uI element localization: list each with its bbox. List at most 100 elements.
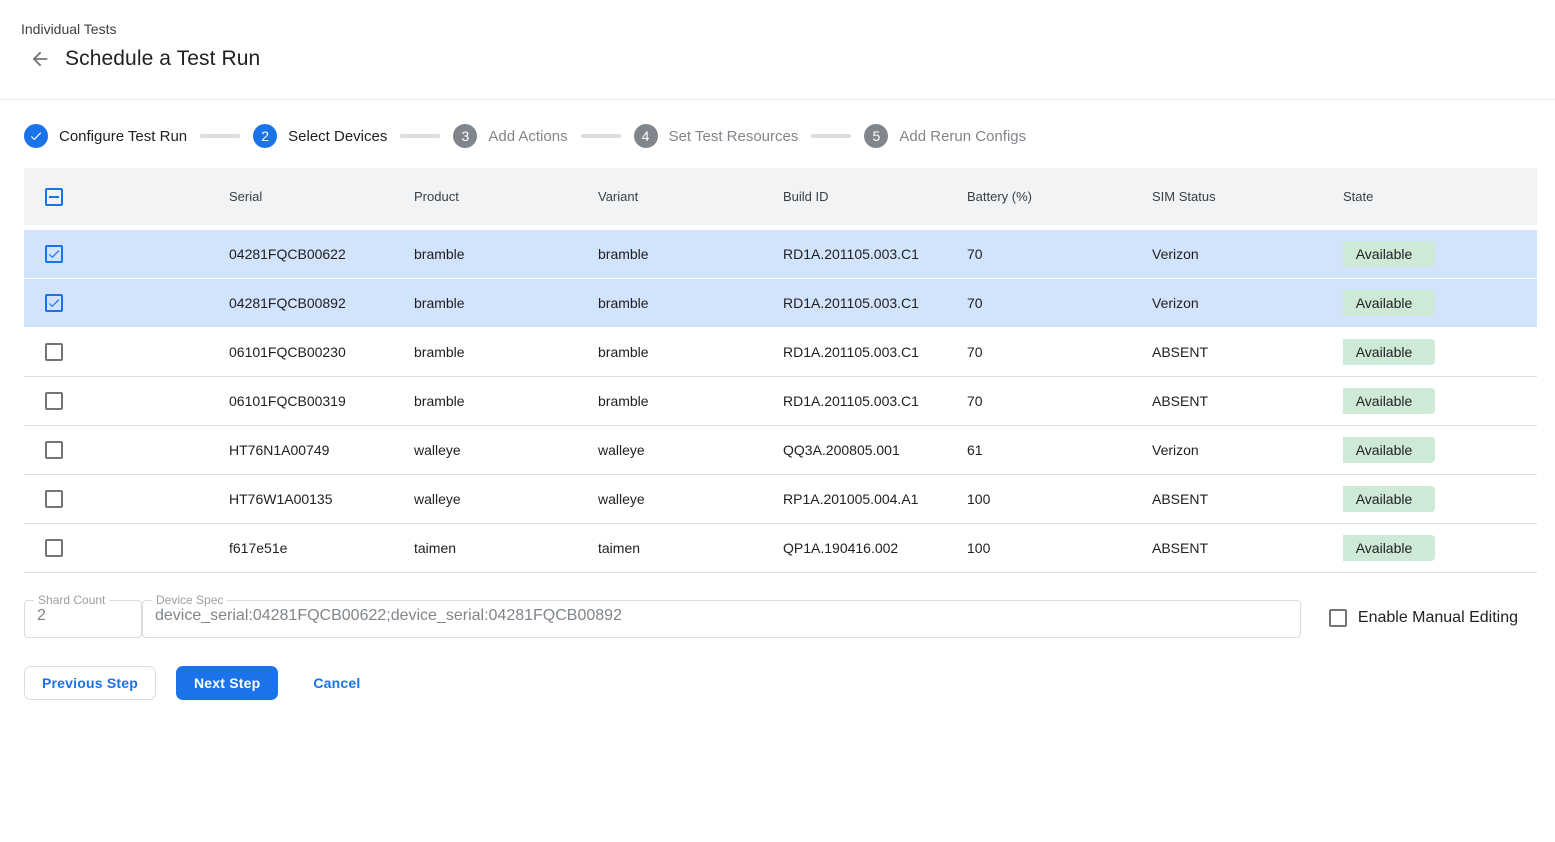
cell-battery: 61 [967,442,1152,458]
state-badge: Available [1343,290,1435,316]
stepper-step-add-rerun-configs[interactable]: 5Add Rerun Configs [864,124,1026,148]
column-header-state: State [1343,189,1537,204]
cell-sim-status: ABSENT [1152,344,1343,360]
next-step-button[interactable]: Next Step [176,666,278,700]
cell-variant: bramble [598,344,783,360]
cell-product: bramble [414,246,598,262]
back-button[interactable] [28,47,52,71]
device-spec-label: Device Spec [152,595,227,605]
cell-serial: HT76N1A00749 [229,442,414,458]
cell-serial: 04281FQCB00622 [229,246,414,262]
row-checkbox[interactable] [45,490,63,508]
device-spec-field[interactable]: Device Spec [142,595,1301,638]
table-row[interactable]: HT76W1A00135 walleye walleye RP1A.201005… [24,475,1537,524]
step-label: Select Devices [288,128,387,145]
stepper-step-select-devices[interactable]: 2 Select Devices [253,124,387,148]
arrow-back-icon [29,48,51,70]
shard-count-input[interactable] [25,605,141,635]
footer-form: Shard Count Device Spec Enable Manual Ed… [24,595,1518,638]
table-row[interactable]: 04281FQCB00892 bramble bramble RD1A.2011… [24,279,1537,328]
step-connector [400,134,440,138]
cell-sim-status: Verizon [1152,295,1343,311]
column-header-build-id: Build ID [783,189,967,204]
stepper-step-add-actions[interactable]: 3 Add Actions [453,124,567,148]
cell-product: bramble [414,344,598,360]
table-row[interactable]: 04281FQCB00622 bramble bramble RD1A.2011… [24,230,1537,279]
cell-sim-status: ABSENT [1152,540,1343,556]
stepper: Configure Test Run 2 Select Devices 3 Add Ac… [0,100,1555,168]
stepper-step-set-test-resources[interactable]: 4Set Test Resources [634,124,799,148]
table-header-row: Serial Product Variant Build ID Battery … [24,168,1537,225]
previous-step-button[interactable]: Previous Step [24,666,156,700]
state-badge: Available [1343,241,1435,267]
row-checkbox[interactable] [45,392,63,410]
cell-product: walleye [414,491,598,507]
row-checkbox[interactable] [45,343,63,361]
step-connector [811,134,851,138]
cell-build-id: RD1A.201105.003.C1 [783,344,967,360]
device-table: Serial Product Variant Build ID Battery … [24,168,1537,573]
step-number: 2 [253,124,277,148]
state-badge: Available [1343,486,1435,512]
cell-product: bramble [414,393,598,409]
cell-battery: 70 [967,393,1152,409]
page-title: Schedule a Test Run [65,47,260,71]
shard-count-field[interactable]: Shard Count [24,595,142,638]
table-row[interactable]: HT76N1A00749 walleye walleye QQ3A.200805… [24,426,1537,475]
cell-variant: walleye [598,491,783,507]
column-header-battery: Battery (%) [967,189,1152,204]
cell-variant: bramble [598,393,783,409]
cell-build-id: RP1A.201005.004.A1 [783,491,967,507]
step-label: Add Actions [488,128,567,145]
cell-battery: 100 [967,491,1152,507]
manual-editing-checkbox[interactable] [1329,609,1347,627]
cell-battery: 70 [967,246,1152,262]
cell-sim-status: Verizon [1152,442,1343,458]
cell-battery: 70 [967,344,1152,360]
row-checkbox[interactable] [45,245,63,263]
column-header-product: Product [414,189,598,204]
stepper-step-configure-test-run[interactable]: Configure Test Run [24,124,187,148]
cell-sim-status: ABSENT [1152,491,1343,507]
cell-sim-status: Verizon [1152,246,1343,262]
state-badge: Available [1343,339,1435,365]
table-row[interactable]: 06101FQCB00230 bramble bramble RD1A.2011… [24,328,1537,377]
step-number: 5 [864,124,888,148]
cell-serial: f617e51e [229,540,414,556]
breadcrumb: Individual Tests [21,20,1555,38]
cell-product: taimen [414,540,598,556]
table-row[interactable]: 06101FQCB00319 bramble bramble RD1A.2011… [24,377,1537,426]
cell-battery: 70 [967,295,1152,311]
cell-variant: bramble [598,246,783,262]
cell-build-id: QQ3A.200805.001 [783,442,967,458]
row-checkbox[interactable] [45,294,63,312]
column-header-variant: Variant [598,189,783,204]
cell-build-id: RD1A.201105.003.C1 [783,393,967,409]
state-badge: Available [1343,437,1435,463]
cell-build-id: RD1A.201105.003.C1 [783,295,967,311]
step-number: 4 [634,124,658,148]
row-checkbox[interactable] [45,441,63,459]
cell-variant: bramble [598,295,783,311]
cell-serial: HT76W1A00135 [229,491,414,507]
shard-count-label: Shard Count [34,595,109,605]
cell-serial: 06101FQCB00230 [229,344,414,360]
cell-battery: 100 [967,540,1152,556]
action-buttons: Previous Step Next Step Cancel [24,666,1555,700]
page-header: Individual Tests Schedule a Test Run [0,0,1555,100]
step-number: 3 [453,124,477,148]
cell-build-id: QP1A.190416.002 [783,540,967,556]
device-spec-input[interactable] [143,605,1300,635]
state-badge: Available [1343,535,1435,561]
table-row[interactable]: f617e51e taimen taimen QP1A.190416.002 1… [24,524,1537,573]
column-header-serial: Serial [229,189,414,204]
cancel-button[interactable]: Cancel [297,666,376,700]
cell-build-id: RD1A.201105.003.C1 [783,246,967,262]
cell-variant: taimen [598,540,783,556]
cell-sim-status: ABSENT [1152,393,1343,409]
device-table-body: 04281FQCB00622 bramble bramble RD1A.2011… [24,230,1537,573]
select-all-checkbox[interactable] [45,188,63,206]
enable-manual-editing[interactable]: Enable Manual Editing [1329,609,1518,627]
row-checkbox[interactable] [45,539,63,557]
manual-editing-label: Enable Manual Editing [1358,609,1518,627]
